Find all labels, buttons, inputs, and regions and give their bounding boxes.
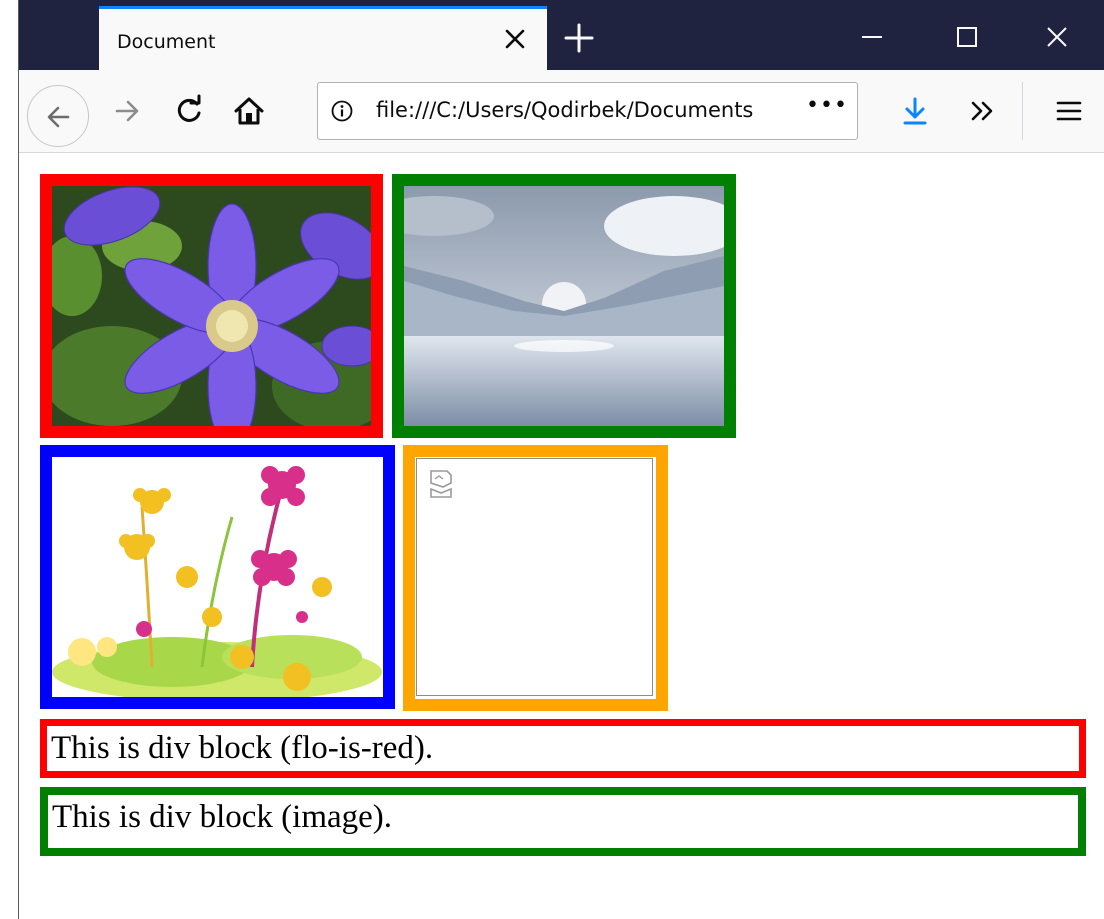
back-button[interactable]	[27, 85, 89, 147]
home-icon[interactable]	[229, 91, 269, 131]
div-block-text: This is div block (flo-is-red).	[51, 730, 434, 766]
window-close-icon[interactable]	[1034, 14, 1080, 60]
page-actions-icon[interactable]: •••	[806, 93, 848, 118]
address-bar[interactable]: file:///C:/Users/Qodirbek/Documents •••	[317, 82, 858, 140]
maximize-icon[interactable]	[944, 14, 990, 60]
div-block-image: This is div block (image).	[40, 787, 1086, 856]
tab-title: Document	[117, 31, 216, 53]
url-text[interactable]: file:///C:/Users/Qodirbek/Documents	[376, 98, 756, 122]
nav-toolbar: file:///C:/Users/Qodirbek/Documents •••	[19, 70, 1104, 153]
toolbar-separator	[1022, 82, 1023, 140]
broken-image-icon	[430, 470, 452, 498]
overflow-icon[interactable]	[963, 91, 1003, 131]
purple-flower-image	[52, 186, 371, 426]
clipart-flowers-image	[52, 457, 383, 697]
page-content: This is div block (flo-is-red). This is …	[19, 153, 1104, 919]
mountain-lake-image	[404, 186, 724, 426]
reload-icon[interactable]	[169, 91, 209, 131]
menu-icon[interactable]	[1049, 91, 1089, 131]
image-box-clipart-flowers	[40, 445, 395, 709]
tab-document[interactable]: Document	[99, 6, 547, 70]
download-icon[interactable]	[895, 91, 935, 131]
browser-window: Document file:///C:/Users/Qodirbek/Docum…	[18, 0, 1104, 919]
forward-icon[interactable]	[107, 91, 147, 131]
minimize-icon[interactable]	[849, 14, 895, 60]
broken-image-placeholder	[416, 458, 653, 696]
div-block-flo-is-red: This is div block (flo-is-red).	[40, 719, 1086, 778]
image-box-broken	[403, 445, 668, 711]
image-box-purple-flower	[40, 174, 383, 438]
image-box-mountain-lake	[392, 174, 736, 438]
info-icon[interactable]	[330, 99, 354, 123]
div-block-text: This is div block (image).	[52, 799, 393, 835]
title-bar: Document	[19, 0, 1104, 70]
plus-icon[interactable]	[559, 18, 599, 58]
close-icon[interactable]	[497, 21, 533, 57]
